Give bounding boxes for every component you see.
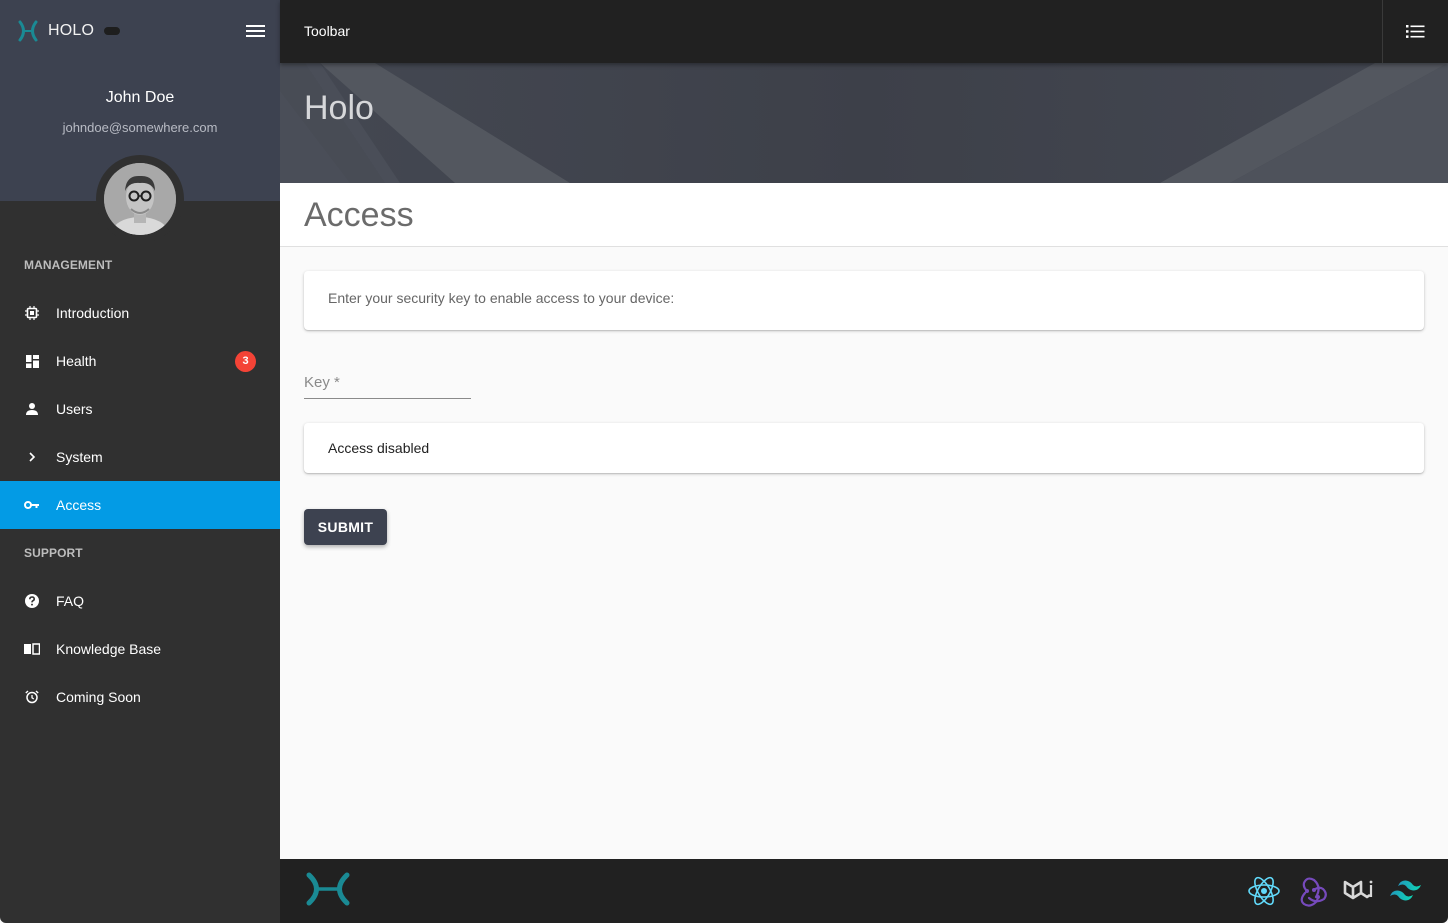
- chip-icon: [24, 305, 40, 321]
- submit-button[interactable]: SUBMIT: [304, 509, 387, 545]
- book-icon: [24, 641, 40, 657]
- brand[interactable]: HOLO: [18, 20, 121, 42]
- toolbar-title: Toolbar: [304, 23, 350, 39]
- avatar-portrait-icon: [104, 163, 176, 235]
- person-icon: [24, 401, 40, 417]
- key-input[interactable]: [304, 372, 471, 396]
- notification-badge: 3: [235, 350, 256, 372]
- sidebar-item-label: Introduction: [56, 305, 130, 321]
- sidebar-item-label: Users: [56, 401, 93, 417]
- material-ui-icon[interactable]: [1342, 873, 1378, 909]
- status-card: Access disabled: [304, 423, 1424, 473]
- sidebar-item-label: Coming Soon: [56, 689, 141, 705]
- sidebar-item-label: FAQ: [56, 593, 85, 609]
- sidebar-item-introduction[interactable]: Introduction: [0, 289, 280, 337]
- chevron-right-icon: [24, 449, 40, 465]
- sidebar-item-system[interactable]: System: [0, 433, 280, 481]
- instruction-card: Enter your security key to enable access…: [304, 271, 1424, 330]
- sidebar-item-health[interactable]: Health 3: [0, 337, 280, 385]
- instruction-text: Enter your security key to enable access…: [328, 290, 675, 306]
- app-root: HOLO John Doe johndoe@somewhere.com MANA…: [0, 0, 1448, 923]
- banner: Holo: [280, 63, 1448, 183]
- footer: [280, 859, 1448, 923]
- page-title: Access: [304, 196, 414, 234]
- banner-background: [280, 63, 1448, 183]
- status-text: Access disabled: [328, 440, 430, 456]
- sidebar-item-faq[interactable]: FAQ: [0, 577, 280, 625]
- section-label-management: MANAGEMENT: [24, 258, 113, 272]
- holo-logo-icon: [18, 20, 38, 42]
- sidebar-item-label: Health: [56, 353, 97, 369]
- key-field[interactable]: Key *: [304, 366, 471, 399]
- dashboard-icon: [24, 353, 40, 369]
- sidebar-item-knowledge-base[interactable]: Knowledge Base: [0, 625, 280, 673]
- react-icon[interactable]: [1246, 873, 1282, 909]
- banner-title: Holo: [304, 89, 374, 127]
- hamburger-menu-icon[interactable]: [246, 24, 265, 39]
- holo-logo-icon: [306, 872, 350, 906]
- alarm-clock-icon: [24, 689, 40, 705]
- help-circle-icon: [24, 593, 40, 609]
- sidebar-item-users[interactable]: Users: [0, 385, 280, 433]
- brand-name: HOLO: [48, 22, 95, 39]
- sidebar-item-label: Access: [56, 497, 102, 513]
- tailwind-icon[interactable]: [1388, 873, 1424, 909]
- sidebar-item-label: System: [56, 449, 103, 465]
- sidebar-item-label: Knowledge Base: [56, 641, 162, 657]
- user-email: johndoe@somewhere.com: [62, 120, 218, 135]
- sidebar-item-access[interactable]: Access: [0, 481, 280, 529]
- brand-badge: [104, 27, 121, 35]
- toolbar-list-button[interactable]: [1383, 0, 1448, 63]
- key-icon: [24, 497, 40, 513]
- sidebar-item-coming-soon[interactable]: Coming Soon: [0, 673, 280, 721]
- toolbar: Toolbar: [280, 0, 1448, 63]
- sidebar: HOLO John Doe johndoe@somewhere.com MANA…: [0, 0, 280, 923]
- avatar[interactable]: [104, 163, 176, 235]
- list-icon: [1406, 25, 1425, 38]
- section-label-support: SUPPORT: [24, 546, 83, 560]
- redux-icon[interactable]: [1294, 873, 1330, 909]
- user-name: John Doe: [105, 89, 175, 106]
- page-header: Access: [280, 183, 1448, 247]
